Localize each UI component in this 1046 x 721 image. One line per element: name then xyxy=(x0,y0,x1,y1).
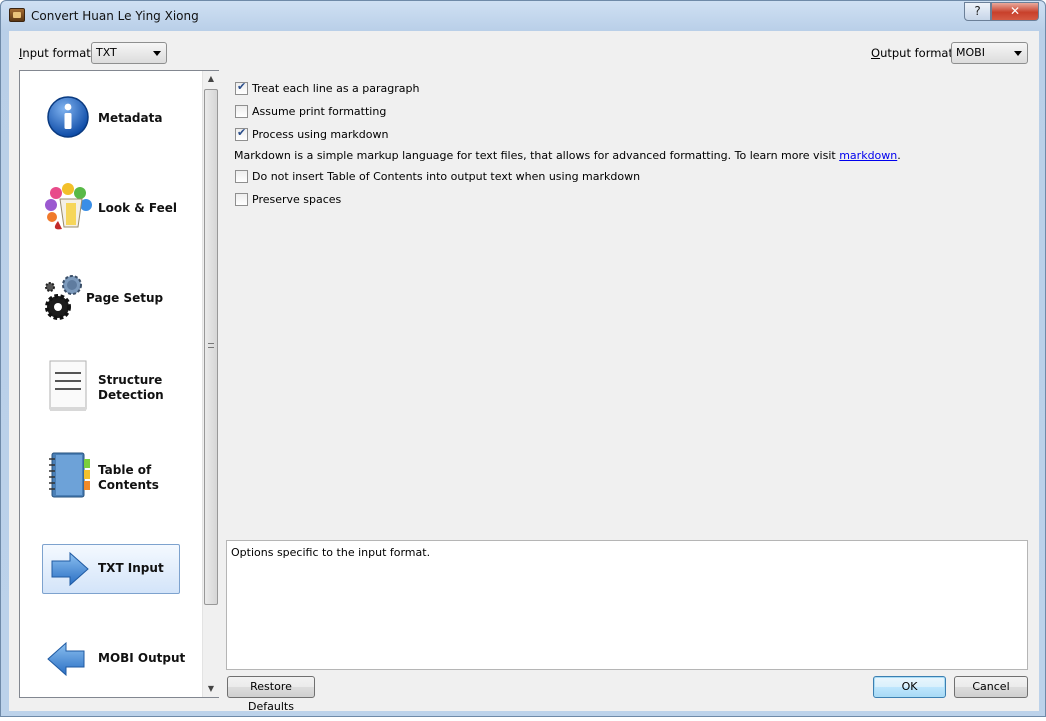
sidebar-item-txt-input[interactable]: TXT Input xyxy=(20,541,200,631)
input-format-value: TXT xyxy=(96,46,117,59)
output-format-select[interactable]: MOBI xyxy=(951,42,1028,64)
treat-each-line-label: Treat each line as a paragraph xyxy=(252,82,420,95)
input-format-select[interactable]: TXT xyxy=(91,42,167,64)
gears-icon xyxy=(45,275,82,320)
sidebar-item-label: TXT Input xyxy=(98,561,164,575)
help-text-box: Options specific to the input format. xyxy=(226,540,1028,670)
sidebar-item-label: MOBI Output xyxy=(98,651,186,665)
convert-dialog-window: Convert Huan Le Ying Xiong ? ✕ Input for… xyxy=(0,0,1046,717)
no-toc-checkbox[interactable] xyxy=(235,170,248,183)
sidebar-item-structure-detection[interactable]: Structure Detection xyxy=(20,351,200,441)
cancel-button[interactable]: Cancel xyxy=(954,676,1028,698)
treat-each-line-checkbox[interactable] xyxy=(235,80,248,95)
sidebar-item-label-line1: Structure xyxy=(98,373,163,387)
sidebar-item-look-and-feel[interactable]: Look & Feel xyxy=(20,171,200,261)
ok-button[interactable]: OK xyxy=(873,676,946,698)
window-title: Convert Huan Le Ying Xiong xyxy=(31,9,199,23)
preserve-spaces-label: Preserve spaces xyxy=(252,193,342,206)
output-format-value: MOBI xyxy=(956,46,985,59)
output-format-label: Output format: xyxy=(871,46,957,60)
sidebar-item-label-line1: Table of xyxy=(98,463,152,477)
document-icon xyxy=(49,360,87,411)
sidebar-item-label: Page Setup xyxy=(86,291,164,305)
markdown-info-text: Markdown is a simple markup language for… xyxy=(234,149,901,162)
arrow-right-icon xyxy=(51,551,89,587)
notebook-icon xyxy=(49,452,90,498)
input-format-label: Input format: xyxy=(19,46,95,60)
help-button[interactable]: ? xyxy=(964,2,991,21)
assume-print-formatting-label: Assume print formatting xyxy=(252,105,387,118)
chevron-down-icon xyxy=(1014,51,1022,56)
no-toc-label: Do not insert Table of Contents into out… xyxy=(252,170,641,183)
preserve-spaces-checkbox[interactable] xyxy=(235,193,248,206)
info-icon xyxy=(47,96,89,138)
chevron-down-icon xyxy=(153,51,161,56)
calibre-app-icon xyxy=(9,8,25,22)
assume-print-formatting-checkbox[interactable] xyxy=(235,105,248,118)
paint-icon xyxy=(45,183,92,230)
sidebar-item-label: Metadata xyxy=(98,111,163,125)
scroll-up-arrow-icon[interactable]: ▲ xyxy=(203,71,219,87)
markdown-info-end: . xyxy=(897,149,901,162)
input-format-label-rest: nput format: xyxy=(22,46,95,60)
sidebar-item-table-of-contents[interactable]: Table of Contents xyxy=(20,441,200,531)
help-text: Options specific to the input format. xyxy=(231,546,431,559)
markdown-info-body: Markdown is a simple markup language for… xyxy=(234,149,836,162)
markdown-link[interactable]: markdown xyxy=(839,149,897,162)
category-list: Metadata Look & Feel Page Setup Structur… xyxy=(19,70,219,698)
scroll-thumb[interactable] xyxy=(204,89,218,605)
sidebar-item-label-line2: Contents xyxy=(98,478,159,492)
title-bar[interactable]: Convert Huan Le Ying Xiong ? ✕ xyxy=(1,1,1045,31)
dialog-body: Input format: TXT Output format: MOBI Me… xyxy=(9,31,1039,713)
sidebar-item-metadata[interactable]: Metadata xyxy=(20,81,200,171)
scroll-down-arrow-icon[interactable]: ▼ xyxy=(203,681,219,697)
sidebar-item-mobi-output[interactable]: MOBI Output xyxy=(20,631,200,721)
process-markdown-checkbox[interactable] xyxy=(235,126,248,141)
sidebar-item-page-setup[interactable]: Page Setup xyxy=(20,261,200,351)
arrow-left-icon xyxy=(47,641,85,677)
grip-icon xyxy=(208,343,214,348)
category-scrollbar[interactable]: ▲ ▼ xyxy=(202,71,219,697)
close-button[interactable]: ✕ xyxy=(991,2,1039,21)
sidebar-item-label-line2: Detection xyxy=(98,388,164,402)
sidebar-item-label: Look & Feel xyxy=(98,201,178,215)
restore-defaults-button[interactable]: Restore Defaults xyxy=(227,676,315,713)
process-markdown-label: Process using markdown xyxy=(252,128,389,141)
